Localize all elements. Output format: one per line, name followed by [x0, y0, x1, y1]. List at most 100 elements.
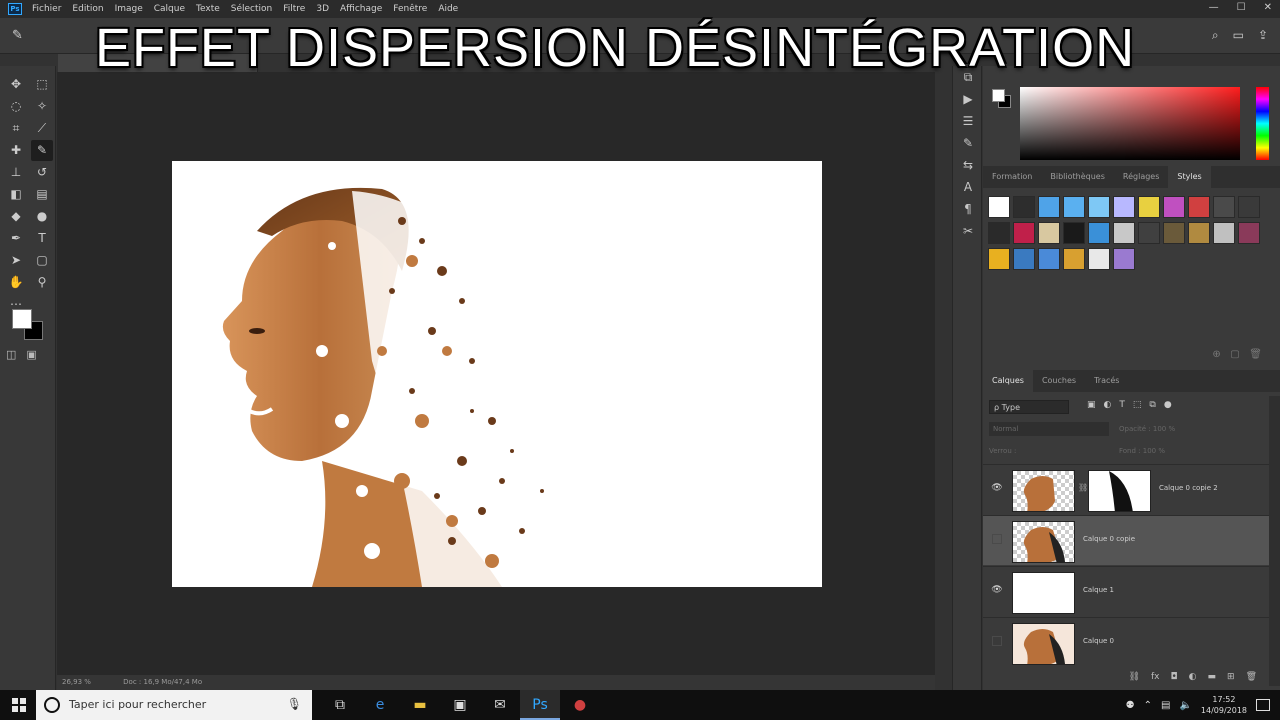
- healing-tool-icon[interactable]: ✚: [5, 140, 27, 161]
- network-icon[interactable]: ▤: [1161, 700, 1170, 711]
- style-swatch[interactable]: [1063, 248, 1085, 270]
- style-swatch[interactable]: [1213, 222, 1235, 244]
- tab-styles[interactable]: Styles: [1168, 166, 1211, 188]
- mail-icon[interactable]: ✉: [480, 690, 520, 720]
- quick-select-tool-icon[interactable]: ✧: [31, 96, 53, 117]
- menu-fenetre[interactable]: Fenêtre: [393, 4, 427, 14]
- tab-bibliotheques[interactable]: Bibliothèques: [1041, 166, 1114, 188]
- layer-filter-select[interactable]: ρ Type: [989, 400, 1069, 414]
- volume-icon[interactable]: 🔈: [1179, 700, 1191, 711]
- history-brush-tool-icon[interactable]: ↺: [31, 162, 53, 183]
- new-style-icon[interactable]: ⊕: [1212, 349, 1220, 360]
- style-swatch[interactable]: [1038, 222, 1060, 244]
- style-swatch[interactable]: [1063, 222, 1085, 244]
- path-select-tool-icon[interactable]: ➤: [5, 250, 27, 271]
- adjust-icon[interactable]: ⇆: [953, 154, 983, 176]
- tray-expand-icon[interactable]: ⌃: [1144, 700, 1152, 711]
- pixel-filter-icon[interactable]: ▣: [1087, 400, 1096, 410]
- record-app-icon[interactable]: ●: [560, 690, 600, 720]
- clock[interactable]: 17:52 14/09/2018: [1201, 694, 1247, 716]
- new-group-icon[interactable]: ▢: [1230, 349, 1239, 360]
- layer-name[interactable]: Calque 0 copie: [1083, 535, 1135, 543]
- tab-reglages[interactable]: Réglages: [1114, 166, 1169, 188]
- crop-tool-icon[interactable]: ⌗: [5, 118, 27, 139]
- style-swatch[interactable]: [1038, 196, 1060, 218]
- style-swatch[interactable]: [1088, 222, 1110, 244]
- actions-icon[interactable]: ▶: [953, 88, 983, 110]
- visibility-eye-icon[interactable]: 👁: [991, 585, 1003, 595]
- filter-toggle-icon[interactable]: ●: [1164, 400, 1172, 410]
- paragraph-icon[interactable]: ¶: [953, 198, 983, 220]
- layer-name[interactable]: Calque 0: [1083, 637, 1114, 645]
- shape-tool-icon[interactable]: ▢: [31, 250, 53, 271]
- layer-name[interactable]: Calque 1: [1083, 586, 1114, 594]
- close-icon[interactable]: ✕: [1264, 2, 1272, 13]
- workspace-icon[interactable]: ▭: [1233, 28, 1244, 43]
- menu-texte[interactable]: Texte: [196, 4, 220, 14]
- style-swatch[interactable]: [1188, 196, 1210, 218]
- menu-fichier[interactable]: Fichier: [32, 4, 61, 14]
- brush-tool-icon[interactable]: ✎: [31, 140, 53, 161]
- style-swatch[interactable]: [1238, 222, 1260, 244]
- style-swatch[interactable]: [1213, 196, 1235, 218]
- tab-formation[interactable]: Formation: [983, 166, 1041, 188]
- layers-scrollbar[interactable]: [1269, 396, 1280, 686]
- document-canvas[interactable]: [172, 161, 822, 587]
- lasso-tool-icon[interactable]: ◌: [5, 96, 27, 117]
- hand-tool-icon[interactable]: ✋: [5, 272, 27, 293]
- visibility-toggle-off[interactable]: [992, 534, 1002, 544]
- type-filter-icon[interactable]: T: [1119, 400, 1125, 410]
- style-swatch[interactable]: [1113, 196, 1135, 218]
- share-icon[interactable]: ⇪: [1258, 28, 1268, 43]
- pen-tool-icon[interactable]: ✒: [5, 228, 27, 249]
- eyedropper-tool-icon[interactable]: ⟋: [31, 118, 53, 139]
- menu-edition[interactable]: Edition: [72, 4, 103, 14]
- hue-slider[interactable]: [1256, 87, 1269, 160]
- tab-traces[interactable]: Tracés: [1085, 370, 1128, 392]
- style-swatch[interactable]: [988, 248, 1010, 270]
- menu-filtre[interactable]: Filtre: [283, 4, 305, 14]
- tab-couches[interactable]: Couches: [1033, 370, 1085, 392]
- zoom-tool-icon[interactable]: ⚲: [31, 272, 53, 293]
- foreground-color-swatch[interactable]: [12, 309, 32, 329]
- properties-icon[interactable]: ☰: [953, 110, 983, 132]
- style-swatch[interactable]: [988, 222, 1010, 244]
- eraser-tool-icon[interactable]: ◧: [5, 184, 27, 205]
- maximize-icon[interactable]: ☐: [1237, 2, 1246, 13]
- lock-controls[interactable]: Verrou :: [989, 444, 1016, 458]
- mask-link-icon[interactable]: ⛓: [1078, 483, 1088, 492]
- tools-icon[interactable]: ✂: [953, 220, 983, 242]
- layer-row-calque-0[interactable]: Calque 0: [983, 617, 1269, 667]
- style-swatch[interactable]: [1113, 222, 1135, 244]
- style-swatch[interactable]: [1013, 222, 1035, 244]
- style-swatch[interactable]: [1088, 248, 1110, 270]
- zoom-level[interactable]: 26,93 %: [62, 678, 91, 686]
- people-icon[interactable]: ⚉: [1126, 700, 1135, 711]
- visibility-eye-icon[interactable]: 👁: [991, 483, 1003, 493]
- smart-filter-icon[interactable]: ⧉: [1149, 400, 1155, 410]
- menu-selection[interactable]: Sélection: [231, 4, 272, 14]
- quick-mask-icon[interactable]: ◫: [6, 348, 16, 361]
- style-swatch[interactable]: [1013, 196, 1035, 218]
- menu-affichage[interactable]: Affichage: [340, 4, 382, 14]
- tab-calques[interactable]: Calques: [983, 370, 1033, 392]
- layer-row-calque-0-copie[interactable]: Calque 0 copie: [983, 515, 1269, 565]
- delete-layer-icon[interactable]: 🗑: [1246, 666, 1257, 688]
- style-swatch[interactable]: [1138, 196, 1160, 218]
- menu-aide[interactable]: Aide: [438, 4, 458, 14]
- shape-filter-icon[interactable]: ⬚: [1133, 400, 1142, 410]
- notifications-icon[interactable]: [1256, 699, 1270, 711]
- microphone-icon[interactable]: 🎙: [287, 697, 302, 711]
- style-swatch[interactable]: [1163, 222, 1185, 244]
- style-swatch[interactable]: [1038, 248, 1060, 270]
- style-swatch[interactable]: [1063, 196, 1085, 218]
- menu-image[interactable]: Image: [115, 4, 143, 14]
- add-mask-icon[interactable]: ◘: [1171, 666, 1178, 688]
- delete-style-icon[interactable]: 🗑: [1249, 349, 1262, 360]
- gradient-tool-icon[interactable]: ▤: [31, 184, 53, 205]
- taskbar-search-box[interactable]: Taper ici pour rechercher 🎙: [36, 690, 312, 720]
- link-layers-icon[interactable]: ⛓: [1129, 666, 1140, 688]
- layer-name[interactable]: Calque 0 copie 2: [1159, 484, 1218, 492]
- adjust-filter-icon[interactable]: ◐: [1104, 400, 1112, 410]
- layer-mask-thumbnail[interactable]: [1088, 470, 1151, 512]
